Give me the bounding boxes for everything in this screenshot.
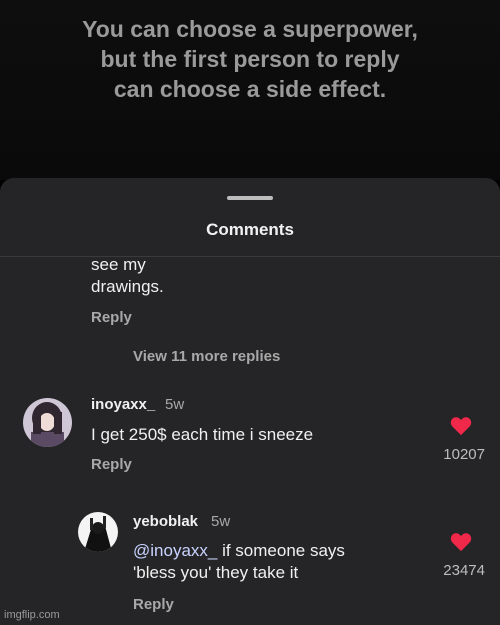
comment-text: I get 250$ each time i sneeze (91, 425, 314, 444)
comment-reply-button[interactable]: Reply (133, 596, 174, 613)
comment-username[interactable]: inoyaxx_ (91, 396, 155, 413)
previous-comment-line-1: see my (91, 255, 146, 274)
comment-time: 5w (211, 513, 231, 530)
previous-comment-reply-button[interactable]: Reply (91, 309, 132, 326)
comment-line-1-text: if someone says (217, 541, 345, 560)
comment-time: 5w (165, 396, 185, 413)
heart-icon[interactable] (450, 416, 472, 436)
comment-text: @inoyaxx_ if someone says 'bless you' th… (133, 540, 433, 584)
comment-line-1: @inoyaxx_ if someone says (133, 540, 433, 562)
comments-title: Comments (206, 220, 294, 239)
comment-line-2: 'bless you' they take it (133, 563, 299, 582)
comments-sheet: Comments see my drawings. Reply View 11 … (0, 178, 500, 625)
drag-handle[interactable] (227, 196, 273, 200)
avatar[interactable] (78, 512, 118, 552)
caption-line-3: can choose a side effect. (113, 76, 387, 102)
comment-reply-button[interactable]: Reply (91, 456, 132, 473)
avatar-image (23, 398, 72, 447)
like-count: 10207 (443, 446, 485, 463)
avatar[interactable] (23, 398, 72, 447)
previous-comment-line-2: drawings. (91, 277, 164, 296)
view-more-replies-button[interactable]: View 11 more replies (133, 348, 280, 365)
heart-icon[interactable] (450, 532, 472, 552)
caption-line-2: but the first person to reply (100, 46, 400, 72)
caption-line-1: You can choose a superpower, (82, 16, 418, 42)
mention-link[interactable]: @inoyaxx_ (133, 541, 217, 560)
like-count: 23474 (443, 562, 485, 579)
avatar-image (78, 512, 118, 552)
comment-username[interactable]: yeboblak (133, 513, 198, 530)
previous-comment-text: see my drawings. (91, 254, 391, 298)
watermark: imgflip.com (4, 609, 60, 621)
video-caption: You can choose a superpower, but the fir… (0, 0, 500, 180)
